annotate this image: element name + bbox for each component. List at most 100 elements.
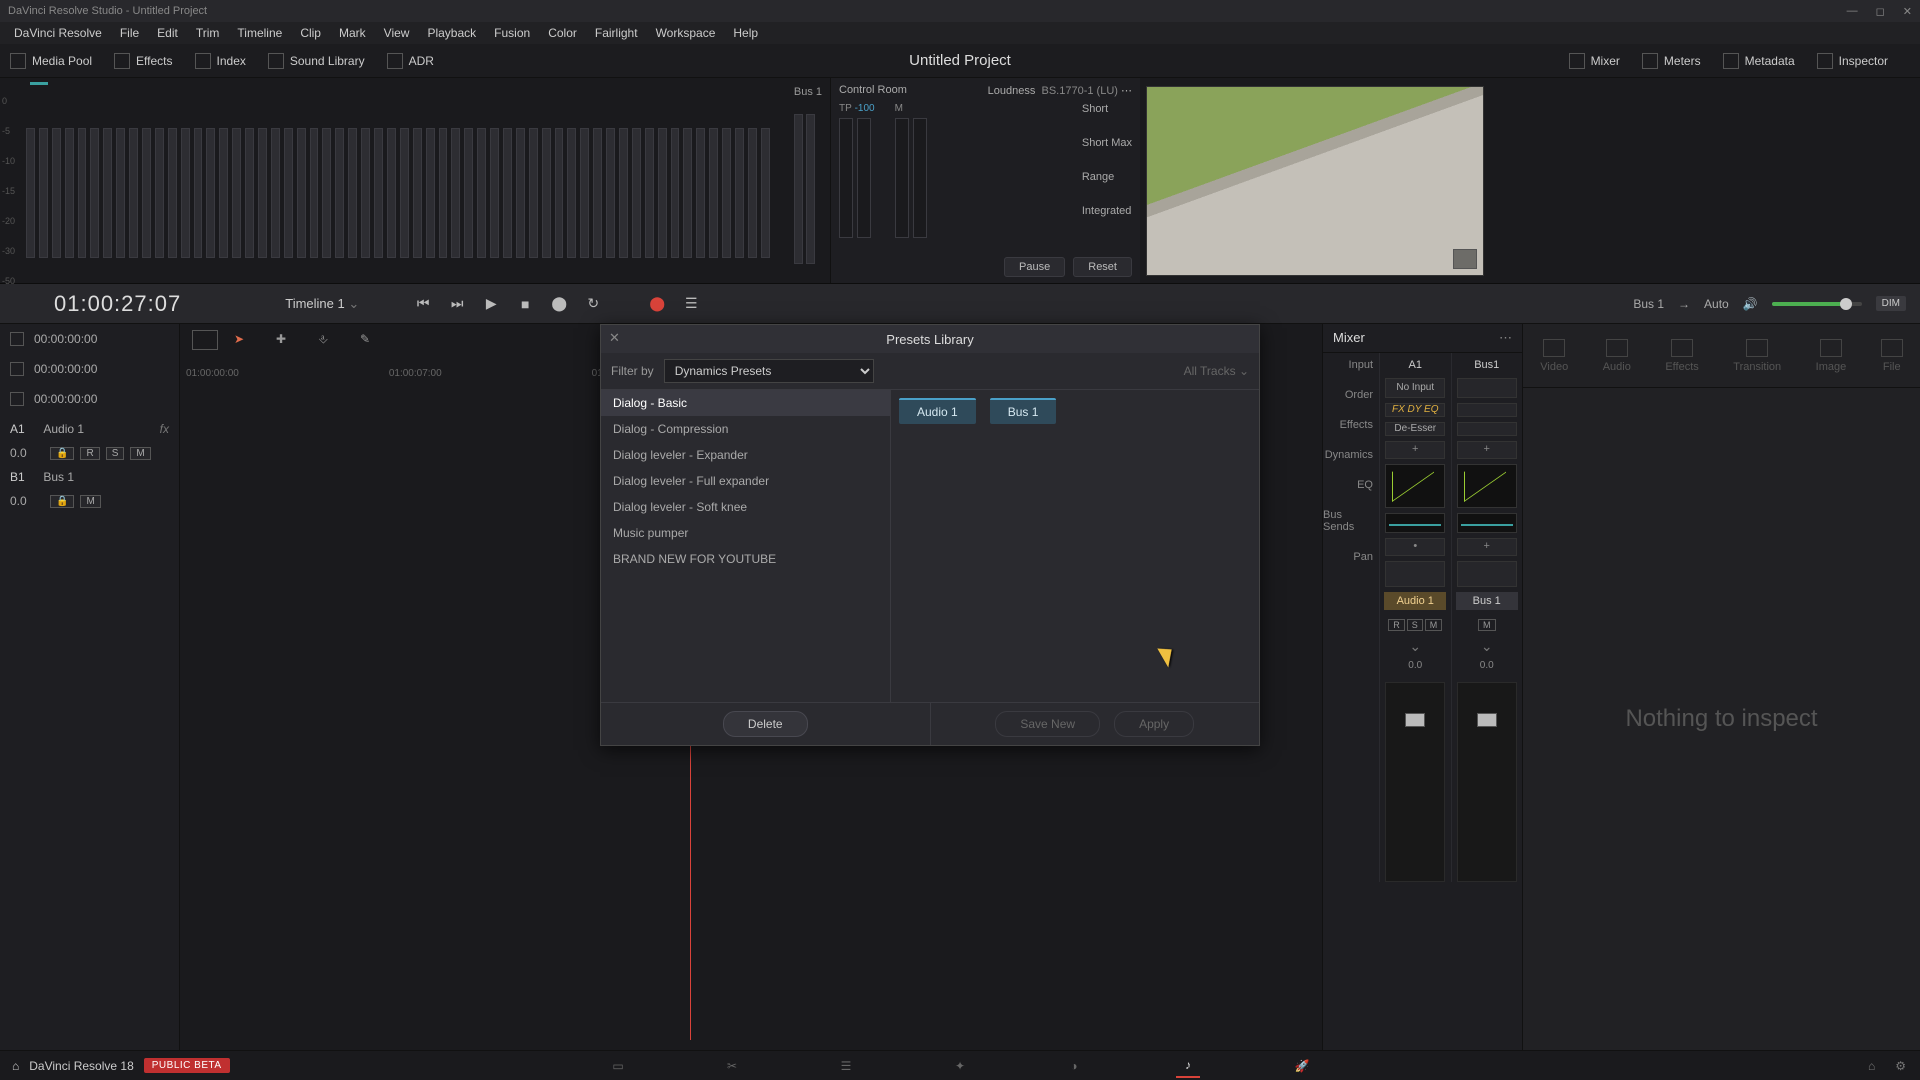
dim-button[interactable]: DIM — [1876, 296, 1906, 311]
preset-item[interactable]: Dialog leveler - Full expander — [601, 468, 890, 494]
channel-r-button[interactable]: R — [1388, 619, 1405, 631]
timeline-view-toggle[interactable] — [192, 330, 218, 350]
input-slot[interactable]: No Input — [1385, 378, 1445, 398]
preset-target-chip[interactable]: Audio 1 — [899, 398, 976, 424]
channel-m-button[interactable]: M — [1425, 619, 1443, 631]
track-m-button[interactable]: M — [130, 447, 150, 460]
menu-clip[interactable]: Clip — [292, 24, 329, 42]
preset-item[interactable]: Music pumper — [601, 520, 890, 546]
pan-control[interactable] — [1385, 561, 1445, 587]
dynamics-graph[interactable] — [1385, 464, 1445, 508]
channel-menu-icon[interactable]: ⌄ — [1409, 638, 1421, 655]
filter-dropdown[interactable]: Dynamics Presets — [664, 359, 874, 383]
menu-workspace[interactable]: Workspace — [648, 24, 724, 42]
adr-toggle[interactable]: ADR — [387, 53, 434, 69]
track-lock-icon[interactable]: 🔒 — [50, 495, 74, 508]
pan-control[interactable] — [1457, 561, 1517, 587]
timecode-row[interactable]: 00:00:00:00 — [10, 392, 169, 406]
eq-graph[interactable] — [1457, 513, 1517, 533]
fast-forward-button[interactable]: ⏭ — [447, 294, 467, 314]
effects-toggle[interactable]: Effects — [114, 53, 172, 69]
media-pool-toggle[interactable]: Media Pool — [10, 53, 92, 69]
menu-trim[interactable]: Trim — [188, 24, 228, 42]
page-color-icon[interactable]: ◑ — [1062, 1054, 1086, 1078]
track-m-button[interactable]: M — [80, 495, 100, 508]
stop-button[interactable]: ■ — [515, 294, 535, 314]
preset-item[interactable]: Dialog - Basic — [601, 390, 890, 416]
menu-edit[interactable]: Edit — [149, 24, 186, 42]
menu-timeline[interactable]: Timeline — [229, 24, 290, 42]
eq-graph[interactable] — [1385, 513, 1445, 533]
timeline-canvas[interactable]: ➤ ✚ ⎀ ✎ 01:00:00:0001:00:07:0001:00:14:0… — [180, 324, 1322, 1050]
record-button[interactable]: ⬤ — [549, 294, 569, 314]
monitor-bus-label[interactable]: Bus 1 — [1633, 297, 1664, 311]
monitor-volume-slider[interactable] — [1772, 302, 1862, 306]
order-slot[interactable] — [1457, 403, 1517, 417]
menu-mark[interactable]: Mark — [331, 24, 374, 42]
timeline-selector[interactable]: Timeline 1 — [285, 296, 359, 312]
menu-davinci-resolve[interactable]: DaVinci Resolve — [6, 24, 110, 42]
automation-write-icon[interactable]: ⬤ — [647, 294, 667, 314]
apply-button[interactable]: Apply — [1114, 711, 1194, 737]
delete-button[interactable]: Delete — [723, 711, 808, 737]
channel-fader[interactable] — [1385, 682, 1445, 882]
bus-send-button[interactable]: • — [1385, 538, 1445, 556]
inspector-tab-effects[interactable]: Effects — [1665, 339, 1698, 373]
menu-fusion[interactable]: Fusion — [486, 24, 538, 42]
bus-send-button[interactable]: + — [1457, 538, 1517, 556]
effect-slot[interactable] — [1457, 422, 1517, 436]
metadata-toggle[interactable]: Metadata — [1723, 53, 1795, 69]
cut-tool[interactable]: ⎀ — [314, 330, 332, 348]
play-button[interactable]: ▶ — [481, 294, 501, 314]
loudness-reset-button[interactable]: Reset — [1073, 257, 1132, 277]
range-tool[interactable]: ✚ — [272, 330, 290, 348]
loudness-pause-button[interactable]: Pause — [1004, 257, 1065, 277]
menu-fairlight[interactable]: Fairlight — [587, 24, 646, 42]
selection-tool[interactable]: ➤ — [230, 330, 248, 348]
inspector-tab-image[interactable]: Image — [1816, 339, 1847, 373]
all-tracks-toggle[interactable]: All Tracks ⌄ — [1184, 364, 1249, 378]
track-header[interactable]: A1 Audio 1fx — [10, 422, 169, 436]
project-settings-icon[interactable]: ⚙ — [1895, 1059, 1906, 1073]
preset-item[interactable]: Dialog - Compression — [601, 416, 890, 442]
window-minimize-icon[interactable]: — — [1847, 5, 1858, 18]
preset-target-chip[interactable]: Bus 1 — [990, 398, 1057, 424]
inspector-tab-audio[interactable]: Audio — [1603, 339, 1631, 373]
project-home-icon[interactable]: ⌂ — [1868, 1059, 1875, 1073]
page-fairlight-icon[interactable]: ♪ — [1176, 1054, 1200, 1078]
loudness-menu-icon[interactable]: ⋯ — [1121, 85, 1132, 97]
window-maximize-icon[interactable]: ◻ — [1876, 5, 1885, 18]
inspector-toggle[interactable]: Inspector — [1817, 53, 1888, 69]
inspector-tab-file[interactable]: File — [1881, 339, 1903, 373]
index-toggle[interactable]: Index — [195, 53, 246, 69]
preset-item[interactable]: BRAND NEW FOR YOUTUBE — [601, 546, 890, 572]
inspector-tab-transition[interactable]: Transition — [1733, 339, 1781, 373]
sound-lib-toggle[interactable]: Sound Library — [268, 53, 365, 69]
mixer-menu-icon[interactable]: ⋯ — [1499, 330, 1512, 346]
home-icon[interactable]: ⌂ — [12, 1059, 19, 1073]
menu-file[interactable]: File — [112, 24, 147, 42]
track-s-button[interactable]: S — [106, 447, 125, 460]
automation-settings-icon[interactable]: ☰ — [681, 294, 701, 314]
pencil-tool[interactable]: ✎ — [356, 330, 374, 348]
effect-slot[interactable]: De-Esser — [1385, 422, 1445, 436]
page-media-icon[interactable]: ▭ — [606, 1054, 630, 1078]
meters-toggle[interactable]: Meters — [1642, 53, 1701, 69]
dynamics-graph[interactable] — [1457, 464, 1517, 508]
order-slot[interactable]: FX DY EQ — [1385, 403, 1445, 417]
timecode-row[interactable]: 00:00:00:00 — [10, 362, 169, 376]
track-header[interactable]: B1 Bus 1 — [10, 470, 169, 484]
loop-button[interactable]: ↻ — [583, 294, 603, 314]
window-close-icon[interactable]: ✕ — [1903, 5, 1912, 18]
page-deliver-icon[interactable]: 🚀 — [1290, 1054, 1314, 1078]
menu-playback[interactable]: Playback — [419, 24, 484, 42]
page-fusion-icon[interactable]: ✦ — [948, 1054, 972, 1078]
menu-help[interactable]: Help — [725, 24, 766, 42]
save-new-button[interactable]: Save New — [995, 711, 1100, 737]
speaker-icon[interactable]: 🔊 — [1743, 297, 1758, 311]
preset-item[interactable]: Dialog leveler - Soft knee — [601, 494, 890, 520]
preset-item[interactable]: Dialog leveler - Expander — [601, 442, 890, 468]
rewind-button[interactable]: ⏮ — [413, 294, 433, 314]
channel-fader[interactable] — [1457, 682, 1517, 882]
menu-view[interactable]: View — [376, 24, 418, 42]
